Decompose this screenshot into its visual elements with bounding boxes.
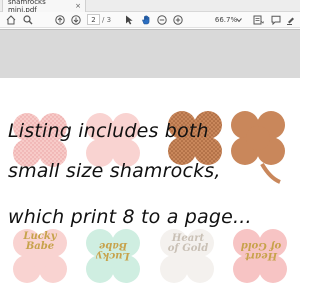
page-down-icon[interactable]: [71, 14, 81, 26]
zoom-dropdown-icon[interactable]: [236, 14, 242, 26]
tab-close-icon[interactable]: ×: [75, 2, 81, 10]
page-up-icon[interactable]: [55, 14, 65, 26]
search-icon[interactable]: [23, 14, 33, 26]
zoom-level-value: 66.7%: [214, 16, 238, 24]
comment-icon[interactable]: [271, 14, 281, 26]
shamrock-label-lucky-babe: Lucky Babe: [23, 231, 57, 252]
overlay-text-line-3: which print 8 to a page...: [8, 206, 252, 228]
pdf-page: Listing includes both small size shamroc…: [0, 78, 300, 300]
fit-page-icon[interactable]: [253, 14, 264, 26]
shamrock-artwork: [13, 111, 287, 283]
hand-icon[interactable]: [141, 14, 151, 26]
document-viewer[interactable]: Listing includes both small size shamroc…: [0, 29, 300, 300]
shamrock-label-heart-of-gold-flipped: Heart of Gold: [240, 240, 282, 261]
shamrock-label-lucky-babe-flipped: Lucky Babe: [96, 240, 130, 261]
zoom-out-icon[interactable]: [157, 14, 167, 26]
tab-bar: shamrocks mini.pdf ×: [0, 0, 300, 14]
zoom-in-icon[interactable]: [173, 14, 183, 26]
shamrock-label-heart-of-gold: Heart of Gold: [167, 233, 209, 254]
overlay-text-line-2: small size shamrocks,: [8, 160, 221, 182]
page-total-label: / 3: [102, 16, 112, 24]
shamrock-brown: [231, 111, 285, 184]
cursor-icon[interactable]: [125, 14, 134, 26]
highlight-icon[interactable]: [286, 14, 296, 26]
document-tab[interactable]: shamrocks mini.pdf ×: [2, 0, 86, 14]
overlay-text-line-1: Listing includes both: [8, 120, 209, 142]
page-number-input[interactable]: 2: [87, 14, 100, 25]
home-icon[interactable]: [6, 14, 16, 26]
pdf-toolbar: 2 / 3 66.7%: [0, 12, 300, 28]
